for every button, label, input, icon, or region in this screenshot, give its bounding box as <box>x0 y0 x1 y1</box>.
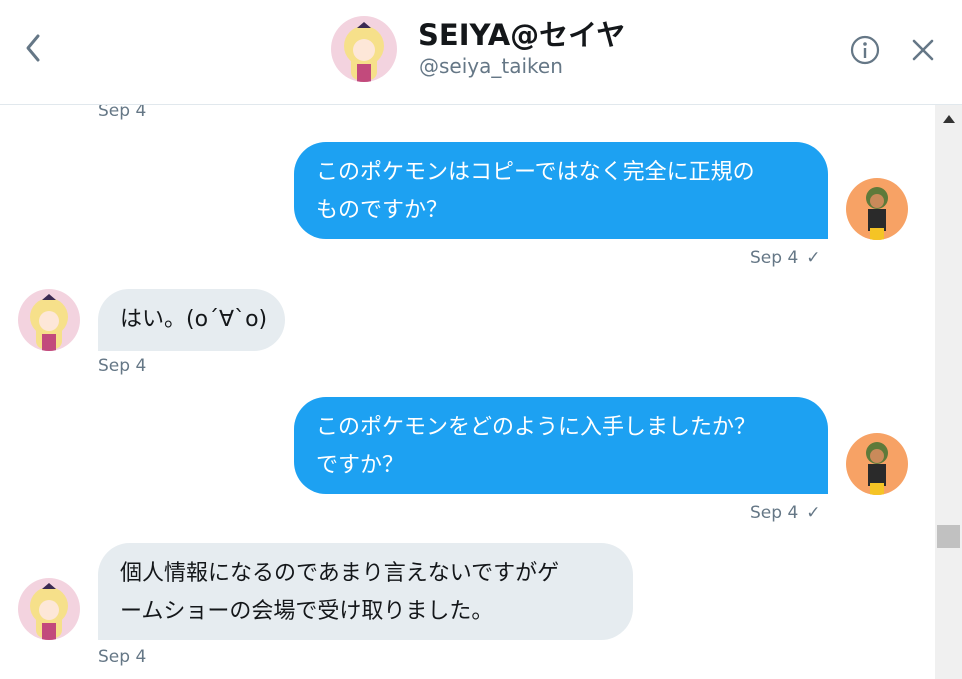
back-button[interactable] <box>20 30 48 66</box>
message-list: Sep 4 このポケモンはコピーではなく完全に正規の ものですか？ Sep 4 ✓… <box>0 105 935 679</box>
my-avatar[interactable] <box>846 433 908 495</box>
message-timestamp: Sep 4 <box>98 647 147 667</box>
received-message-bubble[interactable]: はい。(o´∀`o) <box>98 289 285 351</box>
close-icon <box>912 39 934 61</box>
contact-handle: @seiya_taiken <box>419 54 563 78</box>
scrollbar[interactable] <box>935 105 962 679</box>
info-icon <box>850 35 880 65</box>
message-timestamp: Sep 4 ✓ <box>750 503 821 523</box>
checkmark-icon: ✓ <box>806 503 821 523</box>
message-timestamp: Sep 4 <box>98 356 147 376</box>
checkmark-icon: ✓ <box>806 248 821 268</box>
sent-message-bubble[interactable]: このポケモンはコピーではなく完全に正規の ものですか？ <box>294 142 828 239</box>
sent-message-bubble[interactable]: このポケモンをどのように入手しましたか？ ですか？ <box>294 397 828 494</box>
info-button[interactable] <box>849 34 881 66</box>
close-button[interactable] <box>909 36 937 64</box>
message-timestamp: Sep 4 ✓ <box>750 248 821 268</box>
contact-message-avatar[interactable] <box>18 578 80 640</box>
conversation-header: SEIYA@セイヤ @seiya_taiken <box>0 0 962 105</box>
scroll-up-icon[interactable] <box>943 115 955 123</box>
message-timestamp: Sep 4 <box>98 105 147 121</box>
my-avatar[interactable] <box>846 178 908 240</box>
received-message-bubble[interactable]: 個人情報になるのであまり言えないですがゲ ームショーの会場で受け取りました。 <box>98 543 633 640</box>
contact-name: SEIYA@セイヤ <box>418 18 626 52</box>
scrollbar-thumb[interactable] <box>937 525 960 548</box>
contact-avatar[interactable] <box>331 16 397 82</box>
contact-message-avatar[interactable] <box>18 289 80 351</box>
chevron-left-icon <box>26 34 40 62</box>
